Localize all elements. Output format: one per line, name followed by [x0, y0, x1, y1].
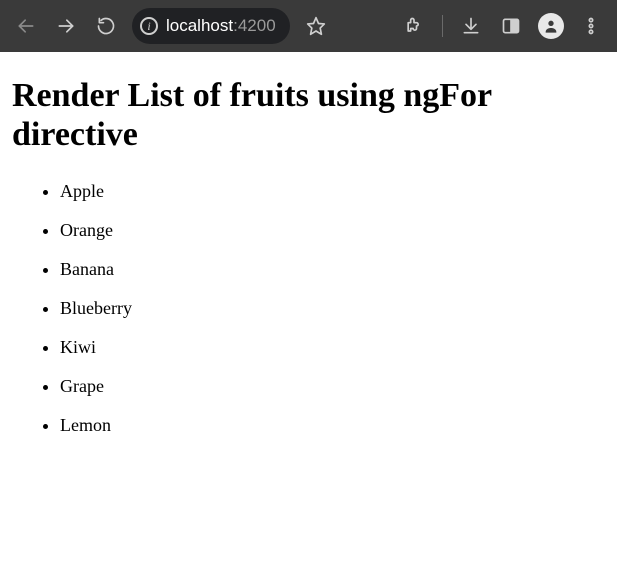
panel-icon	[501, 16, 521, 36]
arrow-left-icon	[16, 16, 36, 36]
puzzle-icon	[404, 16, 424, 36]
list-item: Blueberry	[60, 289, 605, 328]
url-host: localhost	[166, 16, 233, 35]
download-icon	[461, 16, 481, 36]
reload-icon	[96, 16, 116, 36]
extensions-button[interactable]	[396, 8, 432, 44]
browser-toolbar: i localhost:4200	[0, 0, 617, 52]
profile-button[interactable]	[533, 8, 569, 44]
list-item: Grape	[60, 367, 605, 406]
kebab-icon	[581, 16, 601, 36]
site-info-icon[interactable]: i	[140, 17, 158, 35]
forward-button[interactable]	[48, 8, 84, 44]
page-heading: Render List of fruits using ngFor direct…	[12, 76, 605, 154]
url-text: localhost:4200	[166, 16, 276, 36]
arrow-right-icon	[56, 16, 76, 36]
fruits-list: AppleOrangeBananaBlueberryKiwiGrapeLemon	[12, 172, 605, 445]
bookmark-button[interactable]	[298, 8, 334, 44]
list-item: Lemon	[60, 406, 605, 445]
list-item: Banana	[60, 250, 605, 289]
avatar-icon	[538, 13, 564, 39]
address-bar[interactable]: i localhost:4200	[132, 8, 290, 44]
list-item: Kiwi	[60, 328, 605, 367]
url-port: :4200	[233, 16, 276, 35]
star-icon	[306, 16, 326, 36]
toolbar-separator	[442, 15, 443, 37]
list-item: Orange	[60, 211, 605, 250]
menu-button[interactable]	[573, 8, 609, 44]
reload-button[interactable]	[88, 8, 124, 44]
page-content: Render List of fruits using ngFor direct…	[0, 52, 617, 455]
side-panel-button[interactable]	[493, 8, 529, 44]
downloads-button[interactable]	[453, 8, 489, 44]
list-item: Apple	[60, 172, 605, 211]
back-button[interactable]	[8, 8, 44, 44]
